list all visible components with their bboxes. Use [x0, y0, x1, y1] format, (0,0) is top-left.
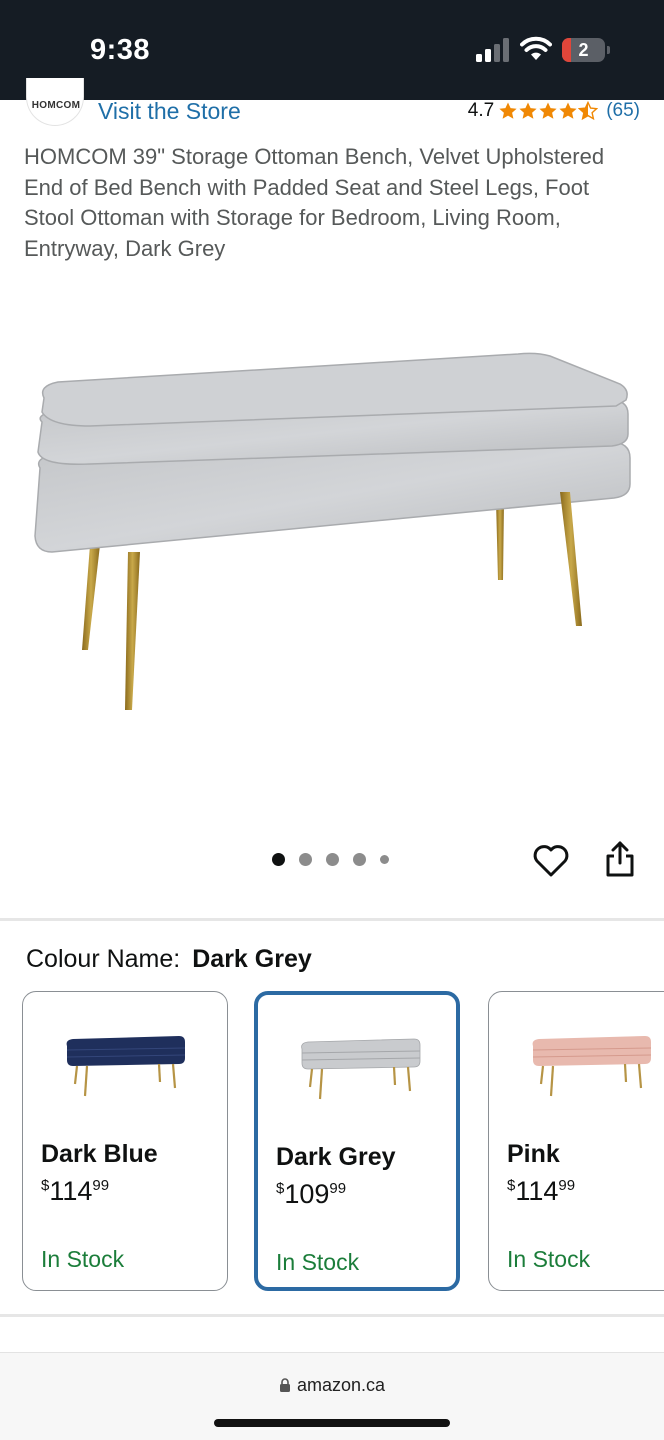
- price-whole: 114: [49, 1176, 93, 1206]
- price-fraction: 99: [329, 1180, 347, 1197]
- browser-bottom-bar: amazon.ca: [0, 1352, 664, 1440]
- pagination-dot[interactable]: [326, 853, 339, 866]
- swatch-image: [66, 1036, 186, 1097]
- rating-summary[interactable]: 4.7 (65): [468, 100, 640, 122]
- colour-label: Colour Name: Dark Grey: [26, 945, 312, 974]
- swatch-image: [532, 1036, 652, 1097]
- status-time: 9:38: [90, 34, 151, 66]
- price-whole: 114: [515, 1176, 559, 1206]
- wifi-icon: [520, 36, 552, 60]
- price-currency: $: [507, 1177, 516, 1194]
- colour-label-text: Colour Name:: [26, 945, 181, 973]
- status-bar: 9:38 2: [0, 0, 664, 100]
- rating-value: 4.7: [467, 100, 495, 121]
- image-pagination[interactable]: [272, 853, 389, 866]
- section-divider: [0, 918, 664, 921]
- swatch-price: $11499: [507, 1176, 575, 1207]
- lock-icon: [279, 1378, 290, 1392]
- pagination-dot[interactable]: [380, 855, 389, 864]
- rating-count-link[interactable]: (65): [606, 100, 640, 122]
- visit-store-link[interactable]: Visit the Store: [98, 98, 241, 125]
- pagination-dot[interactable]: [299, 853, 312, 866]
- heart-icon[interactable]: [532, 842, 570, 878]
- rating-stars: [498, 101, 599, 121]
- swatch-price: $10999: [276, 1179, 346, 1210]
- battery-level: 2: [578, 40, 589, 60]
- store-logo[interactable]: HOMCOM: [26, 78, 84, 126]
- price-currency: $: [41, 1177, 50, 1194]
- price-fraction: 99: [558, 1177, 576, 1194]
- url-text: amazon.ca: [296, 1375, 386, 1395]
- star-full-icon: [499, 102, 517, 119]
- swatch-stock: In Stock: [41, 1246, 125, 1272]
- url-bar[interactable]: amazon.ca: [0, 1375, 664, 1396]
- colour-option-pink[interactable]: Pink $11499 In Stock: [488, 991, 664, 1291]
- product-title: HOMCOM 39" Storage Ottoman Bench, Velvet…: [24, 144, 605, 261]
- star-full-icon: [559, 102, 577, 119]
- battery-icon: 2: [562, 38, 610, 62]
- colour-selected-value: Dark Grey: [192, 945, 312, 973]
- star-half-icon: [578, 101, 599, 121]
- swatch-stock: In Stock: [276, 1249, 360, 1275]
- price-fraction: 99: [92, 1177, 110, 1194]
- pagination-dot[interactable]: [353, 853, 366, 866]
- price-currency: $: [276, 1180, 285, 1197]
- swatch-stock: In Stock: [507, 1246, 591, 1272]
- swatch-name: Pink: [507, 1140, 560, 1168]
- home-indicator[interactable]: [214, 1419, 450, 1427]
- share-icon[interactable]: [604, 840, 636, 878]
- swatch-name: Dark Blue: [41, 1140, 158, 1168]
- price-whole: 109: [284, 1179, 330, 1209]
- star-full-icon: [519, 102, 537, 119]
- star-full-icon: [539, 102, 557, 119]
- pagination-dot[interactable]: [272, 853, 285, 866]
- colour-option-dark-blue[interactable]: Dark Blue $11499 In Stock: [22, 991, 228, 1291]
- colour-option-dark-grey[interactable]: Dark Grey $10999 In Stock: [254, 991, 460, 1291]
- section-divider: [0, 1314, 664, 1317]
- swatch-price: $11499: [41, 1176, 109, 1207]
- product-image[interactable]: [30, 340, 640, 720]
- signal-icon: [476, 38, 509, 62]
- swatch-image: [301, 1038, 421, 1100]
- store-logo-text: HOMCOM: [31, 100, 81, 111]
- swatch-name: Dark Grey: [276, 1143, 396, 1171]
